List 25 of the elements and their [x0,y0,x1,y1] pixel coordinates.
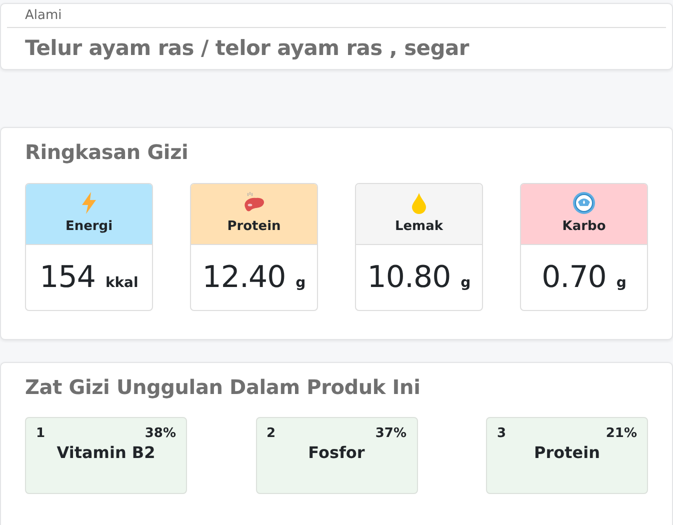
nutrient-name: Protein [534,443,600,462]
nutrient-value: 12.40 [202,260,286,295]
percent-value: 37% [375,426,406,441]
nutrient-unit: g [616,274,626,290]
nutrient-label: Energi [65,219,113,234]
nutrient-unit: g [460,274,471,290]
nutrient-value: 10.80 [367,260,451,295]
nutrient-label: Karbo [562,219,606,234]
nutrient-label: Protein [227,219,281,234]
rank-number: 3 [497,426,506,441]
nutrient-value: 0.70 [542,260,606,295]
product-name: Telur ayam ras / telor ayam ras , segar [24,36,470,60]
nutrient-unit: kkal [105,274,138,290]
percent-value: 21% [606,426,637,441]
rank-number: 2 [266,426,276,441]
nutrient-name: Fosfor [308,443,365,462]
section-title: Zat Gizi Unggulan Dalam Produk Ini [25,375,422,399]
nutrient-value: 154 [40,260,96,295]
nutrient-label: Lemak [394,219,444,234]
rank-number: 1 [36,426,46,441]
category-label: Alami [24,8,63,24]
section-title: Ringkasan Gizi [25,140,190,164]
nutrient-name: Vitamin B2 [56,443,156,462]
percent-value: 38% [144,426,176,441]
nutrient-unit: g [296,274,306,290]
